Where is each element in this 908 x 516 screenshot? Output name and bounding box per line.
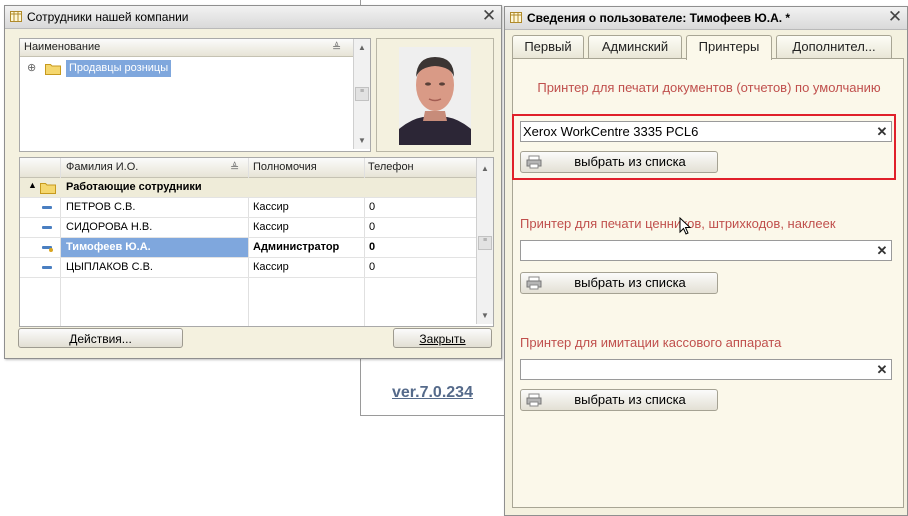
printer-labels-label: Принтер для печати ценников, штрихкодов,… xyxy=(520,216,836,231)
table-row[interactable]: ПЕТРОВ С.В. Кассир 0 xyxy=(20,198,493,218)
close-icon[interactable]: ✕ xyxy=(887,8,903,26)
printer-docs-label: Принтер для печати документов (отчетов) … xyxy=(537,80,881,95)
col-header-role[interactable]: Полномочия xyxy=(253,161,317,173)
tab-printers[interactable]: Принтеры xyxy=(686,35,772,60)
group-label: Работающие сотрудники xyxy=(66,181,202,193)
background-line xyxy=(360,415,506,416)
employees-window-titlebar[interactable]: Сотрудники нашей компании ✕ xyxy=(5,6,501,29)
scroll-thumb[interactable]: ≡ xyxy=(355,87,369,101)
col-header-name[interactable]: Фамилия И.О. xyxy=(66,161,138,173)
window-title: Сведения о пользователе: Тимофеев Ю.А. * xyxy=(527,11,791,25)
window-icon xyxy=(10,11,22,22)
tab-additional[interactable]: Дополнител... xyxy=(776,35,892,59)
printer-icon xyxy=(526,393,542,407)
table-row[interactable]: ЦЫПЛАКОВ С.В. Кассир 0 xyxy=(20,258,493,278)
tree-header[interactable]: Наименование ≜ xyxy=(20,39,353,57)
user-icon xyxy=(42,226,52,229)
tab-admin[interactable]: Админский xyxy=(588,35,682,59)
cell-phone: 0 xyxy=(369,241,376,253)
cell-name: ЦЫПЛАКОВ С.В. xyxy=(66,261,153,273)
printer-cash-register-field[interactable]: ✕ xyxy=(520,359,892,380)
scroll-up-icon[interactable]: ▲ xyxy=(354,40,370,55)
window-icon xyxy=(510,12,522,23)
user-icon xyxy=(42,266,52,269)
cell-role: Кассир xyxy=(253,221,289,233)
actions-button[interactable]: Действия... xyxy=(18,328,183,348)
collapse-arrow-icon[interactable]: ▲ xyxy=(28,180,37,190)
printer-labels-input[interactable] xyxy=(523,242,875,259)
close-icon[interactable]: ✕ xyxy=(481,7,497,25)
table-row-selected[interactable]: Тимофеев Ю.А. Администратор 0 xyxy=(20,238,493,258)
tree-item-retail-sellers[interactable]: ⊕ Продавцы розницы xyxy=(22,60,352,77)
background-line xyxy=(360,358,361,416)
groups-tree[interactable]: Наименование ≜ ⊕ Продавцы розницы ▲ ≡ ▼ xyxy=(19,38,371,152)
button-label: выбрать из списка xyxy=(574,392,686,407)
tree-header-name: Наименование xyxy=(24,41,101,53)
expand-icon[interactable]: ⊕ xyxy=(27,61,36,74)
printer-icon xyxy=(526,276,542,290)
employees-window: Сотрудники нашей компании ✕ Наименование… xyxy=(4,5,502,359)
cell-role: Кассир xyxy=(253,201,289,213)
highlight-box xyxy=(512,114,896,180)
printer-labels-field[interactable]: ✕ xyxy=(520,240,892,261)
clear-icon[interactable]: ✕ xyxy=(874,361,890,378)
folder-icon xyxy=(45,64,61,75)
cell-phone: 0 xyxy=(369,261,376,273)
cell-name: СИДОРОВА Н.В. xyxy=(66,221,153,233)
cell-phone: 0 xyxy=(369,201,376,213)
cell-role: Администратор xyxy=(253,241,340,253)
button-label: выбрать из списка xyxy=(574,275,686,290)
col-header-phone[interactable]: Телефон xyxy=(368,161,414,173)
user-photo xyxy=(399,47,471,145)
close-button[interactable]: Закрыть xyxy=(393,328,492,348)
tree-scrollbar[interactable]: ▲ ≡ ▼ xyxy=(353,39,370,149)
clear-icon[interactable]: ✕ xyxy=(874,242,890,259)
cell-name: ПЕТРОВ С.В. xyxy=(66,201,136,213)
mouse-cursor-icon xyxy=(679,217,692,235)
cell-name: Тимофеев Ю.А. xyxy=(61,238,248,257)
cell-phone: 0 xyxy=(369,221,376,233)
cell-role: Кассир xyxy=(253,261,289,273)
key-icon xyxy=(49,248,53,252)
tab-first[interactable]: Первый xyxy=(512,35,584,59)
sort-icon[interactable]: ≜ xyxy=(332,41,341,54)
group-row[interactable]: ▲ Работающие сотрудники xyxy=(20,178,493,198)
user-icon xyxy=(42,206,52,209)
scroll-down-icon[interactable]: ▼ xyxy=(477,308,493,323)
employees-table[interactable]: Фамилия И.О. ≜ Полномочия Телефон ▲ Рабо… xyxy=(19,157,494,327)
table-scrollbar[interactable]: ▲ ≡ ▼ xyxy=(476,158,493,324)
select-from-list-button[interactable]: выбрать из списка xyxy=(520,272,718,294)
folder-icon xyxy=(40,183,56,194)
tree-item-label: Продавцы розницы xyxy=(66,60,172,77)
printer-cash-register-input[interactable] xyxy=(523,361,875,378)
window-title: Сотрудники нашей компании xyxy=(27,10,189,24)
select-from-list-button[interactable]: выбрать из списка xyxy=(520,389,718,411)
scroll-up-icon[interactable]: ▲ xyxy=(477,161,493,176)
table-row[interactable]: СИДОРОВА Н.В. Кассир 0 xyxy=(20,218,493,238)
photo-frame xyxy=(376,38,494,152)
sort-icon[interactable]: ≜ xyxy=(230,161,239,174)
printer-cash-register-label: Принтер для имитации кассового аппарата xyxy=(520,335,782,350)
scroll-down-icon[interactable]: ▼ xyxy=(354,133,370,148)
scroll-thumb[interactable]: ≡ xyxy=(478,236,492,250)
user-info-titlebar[interactable]: Сведения о пользователе: Тимофеев Ю.А. *… xyxy=(505,7,907,30)
version-link[interactable]: ver.7.0.234 xyxy=(392,384,473,402)
